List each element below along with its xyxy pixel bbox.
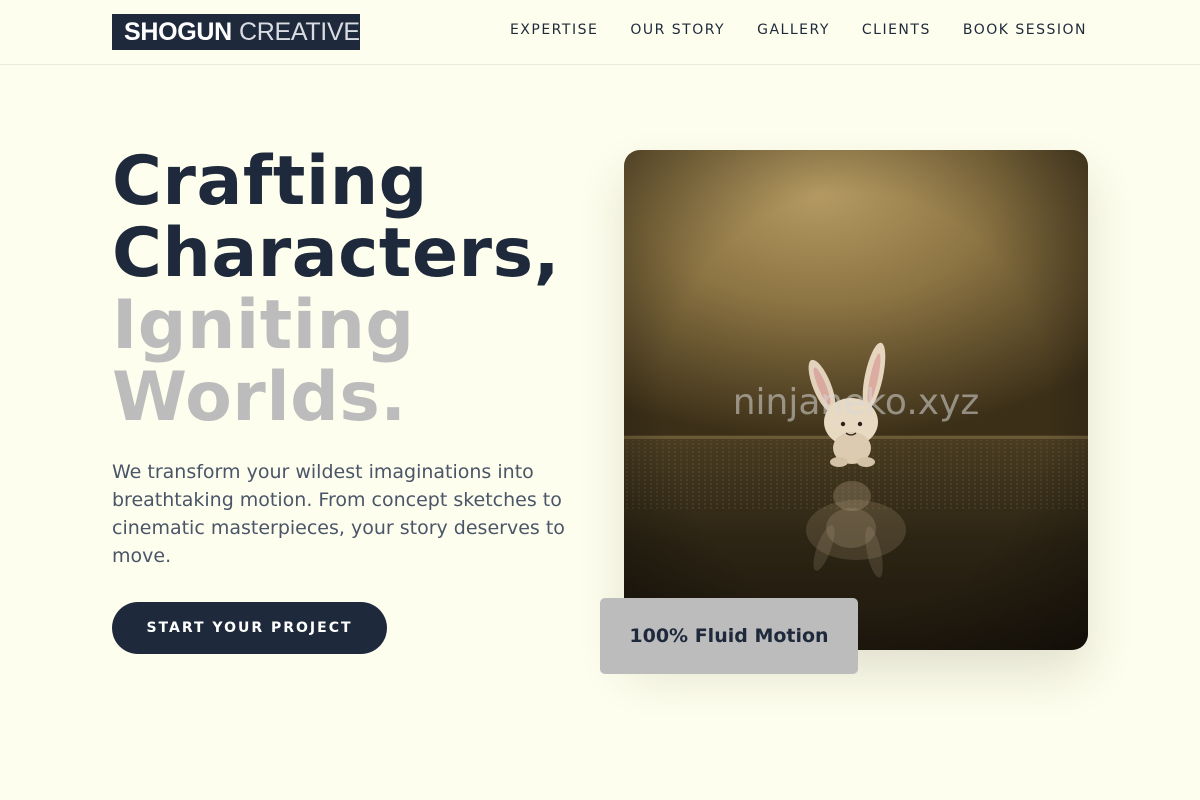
brand-name-bold: SHOGUN [124,17,232,46]
nav-item-clients[interactable]: CLIENTS [862,22,931,38]
nav-item-gallery[interactable]: GALLERY [757,22,830,38]
hero-headline: Crafting Characters, Igniting Worlds. [112,146,560,434]
nav-item-our-story[interactable]: OUR STORY [630,22,725,38]
nav-item-expertise[interactable]: EXPERTISE [510,22,598,38]
nav-menu: EXPERTISE OUR STORY GALLERY CLIENTS BOOK… [510,22,1087,38]
hero-image: ninjaneko.xyz [624,150,1088,650]
image-watermark: ninjaneko.xyz [732,382,980,423]
top-nav: SHOGUN CREATIVE EXPERTISE OUR STORY GALL… [0,0,1200,65]
headline-line-4: Worlds. [112,358,407,437]
start-project-button[interactable]: START YOUR PROJECT [112,602,387,654]
hero-description: We transform your wildest imaginations i… [112,461,565,567]
headline-line-2: Characters, [112,214,560,293]
nav-item-book-session[interactable]: BOOK SESSION [963,22,1087,38]
headline-line-1: Crafting [112,142,428,221]
brand-logo[interactable]: SHOGUN CREATIVE [112,14,360,50]
fluid-motion-badge: 100% Fluid Motion [600,598,858,674]
brand-name-light: CREATIVE [238,17,360,46]
headline-line-3: Igniting [112,286,415,365]
